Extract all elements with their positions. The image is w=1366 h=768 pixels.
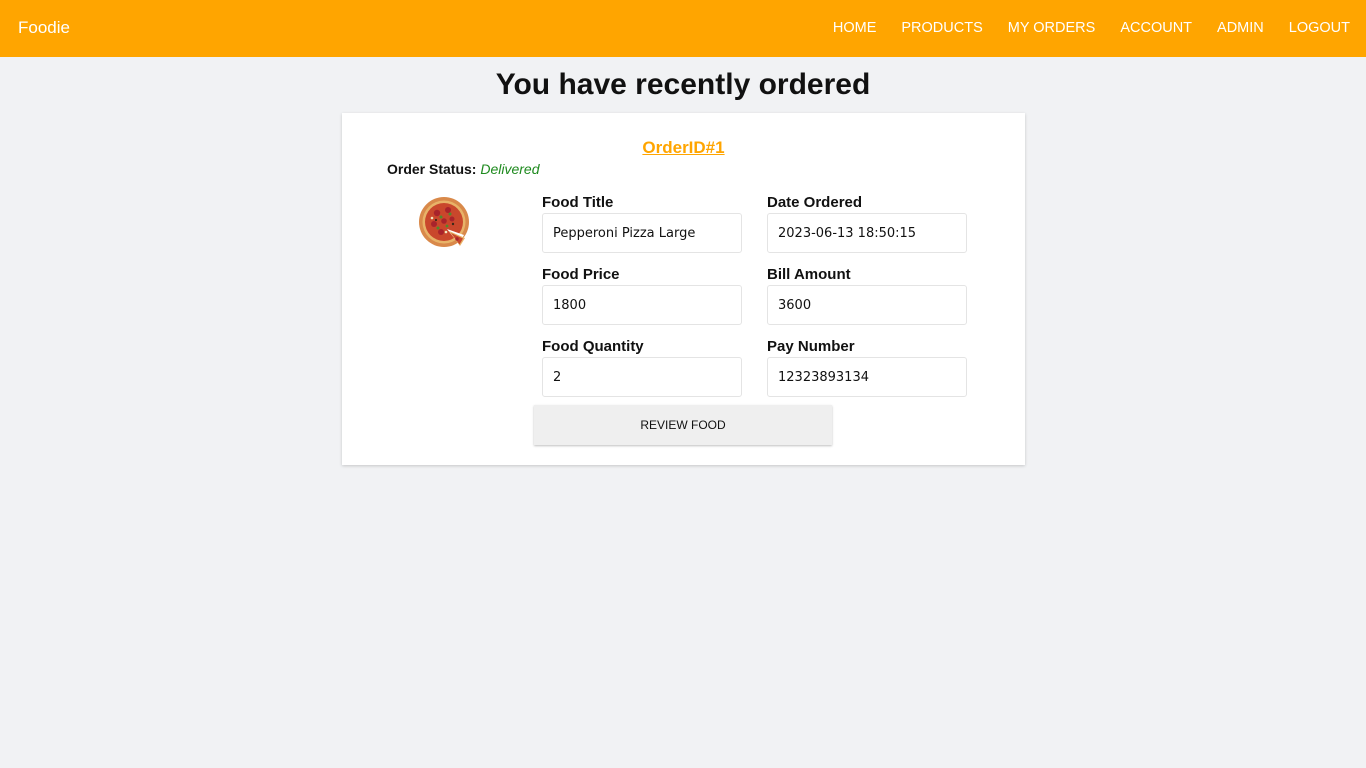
nav-link-admin[interactable]: ADMIN [1217, 20, 1264, 36]
bill-amount-label: Bill Amount [767, 266, 851, 283]
pay-number-field: Pay Number [767, 337, 967, 397]
order-card: OrderID#1 Order Status: Delivered Food T… [342, 113, 1025, 465]
date-ordered-input[interactable] [767, 213, 967, 253]
review-food-button[interactable]: REVIEW FOOD [534, 405, 832, 445]
pay-number-input[interactable] [767, 357, 967, 397]
food-price-label: Food Price [542, 266, 620, 283]
date-ordered-field: Date Ordered [767, 193, 967, 253]
order-status-value: Delivered [480, 161, 540, 177]
nav-link-home[interactable]: HOME [833, 20, 877, 36]
bill-amount-field: Bill Amount [767, 265, 967, 325]
pay-number-label: Pay Number [767, 338, 855, 355]
bill-amount-input[interactable] [767, 285, 967, 325]
nav-link-account[interactable]: ACCOUNT [1120, 20, 1192, 36]
food-quantity-input[interactable] [542, 357, 742, 397]
food-quantity-field: Food Quantity [542, 337, 742, 397]
food-title-input[interactable] [542, 213, 742, 253]
pizza-icon [419, 197, 469, 247]
food-title-field: Food Title [542, 193, 742, 253]
order-status: Order Status: Delivered [387, 161, 540, 177]
nav-link-products[interactable]: PRODUCTS [901, 20, 982, 36]
date-ordered-label: Date Ordered [767, 194, 863, 211]
order-status-label: Order Status: [387, 161, 477, 177]
food-title-label: Food Title [542, 194, 614, 211]
page-title: You have recently ordered [495, 68, 871, 101]
food-price-field: Food Price [542, 265, 742, 325]
navbar: Foodie HOME PRODUCTS MY ORDERS ACCOUNT A… [0, 0, 1366, 57]
nav-link-logout[interactable]: LOGOUT [1289, 20, 1350, 36]
order-id-link[interactable]: OrderID#1 [342, 138, 1025, 158]
food-quantity-label: Food Quantity [542, 338, 644, 355]
brand-logo[interactable]: Foodie [18, 18, 70, 38]
food-price-input[interactable] [542, 285, 742, 325]
nav-links: HOME PRODUCTS MY ORDERS ACCOUNT ADMIN LO… [833, 20, 1350, 36]
nav-link-my-orders[interactable]: MY ORDERS [1008, 20, 1096, 36]
